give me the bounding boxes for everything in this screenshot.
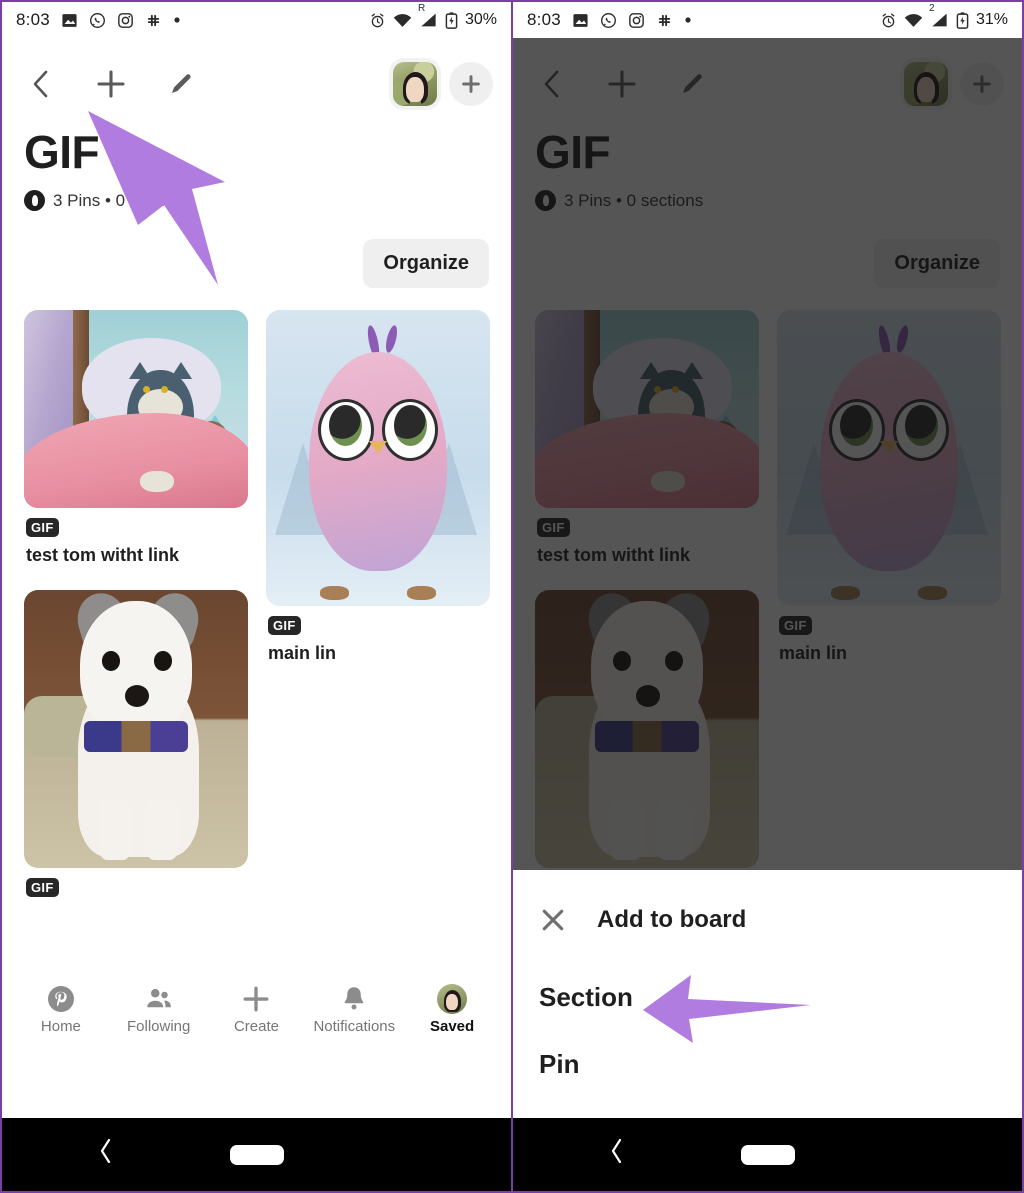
photos-icon bbox=[61, 12, 78, 29]
alarm-icon bbox=[369, 12, 386, 29]
nav-label-home: Home bbox=[40, 1017, 81, 1035]
android-home-pill[interactable] bbox=[229, 1144, 284, 1165]
battery-percentage: 31% bbox=[975, 11, 1008, 28]
nav-item-notifications[interactable]: Notifications bbox=[305, 984, 403, 1035]
organize-button[interactable]: Organize bbox=[363, 239, 489, 289]
board-meta: 3 Pins • 0 sections bbox=[2, 176, 511, 212]
nav-item-create[interactable]: Create bbox=[208, 984, 306, 1035]
sheet-option-pin[interactable]: Pin bbox=[539, 1049, 996, 1080]
nav-item-home[interactable]: Home bbox=[12, 984, 110, 1035]
whatsapp-icon bbox=[600, 12, 617, 29]
nav-label-saved: Saved bbox=[429, 1017, 475, 1035]
alarm-icon bbox=[880, 12, 897, 29]
lock-icon bbox=[24, 190, 45, 212]
phone-panel-right: 8:03 2 31% Add to board Section Pin bbox=[512, 0, 1024, 1193]
app-body-left: GIF 3 Pins • 0 sections Organize GIF tes… bbox=[2, 38, 511, 1054]
wifi-icon bbox=[904, 13, 923, 28]
status-bar-left-icons: 8:03 bbox=[16, 10, 181, 30]
slack-icon bbox=[145, 12, 162, 29]
battery-icon bbox=[445, 11, 458, 29]
sheet-option-section[interactable]: Section bbox=[539, 982, 996, 1013]
organize-row: Organize bbox=[2, 211, 511, 289]
add-collaborator-button[interactable] bbox=[449, 62, 493, 106]
instagram-icon bbox=[117, 12, 134, 29]
nav-item-following[interactable]: Following bbox=[110, 984, 208, 1035]
pin-card-bird[interactable]: GIF main lin bbox=[266, 310, 490, 664]
status-bar-left: 8:03 R 30% bbox=[2, 2, 511, 38]
nav-label-create: Create bbox=[233, 1017, 279, 1035]
people-icon bbox=[144, 984, 174, 1014]
dot-icon bbox=[173, 16, 181, 24]
whatsapp-icon bbox=[89, 12, 106, 29]
android-back-icon[interactable] bbox=[98, 1138, 114, 1171]
add-button[interactable] bbox=[90, 63, 132, 105]
dot-icon bbox=[684, 16, 692, 24]
battery-percentage: 30% bbox=[464, 11, 497, 28]
status-time: 8:03 bbox=[16, 10, 50, 29]
gif-badge: GIF bbox=[26, 518, 59, 538]
pin-image-bird[interactable] bbox=[266, 310, 490, 607]
pink-bird-artwork bbox=[266, 310, 490, 607]
gif-badge: GIF bbox=[26, 878, 59, 898]
android-home-pill[interactable] bbox=[740, 1144, 795, 1165]
bell-icon bbox=[339, 984, 369, 1014]
screenshot-stage: 8:03 R 30% GIF 3 Pins • 0 sections Organ… bbox=[0, 0, 1024, 1193]
status-bar-right: 8:03 2 31% bbox=[513, 2, 1022, 38]
tom-and-jerry-artwork bbox=[24, 310, 248, 509]
edit-pencil-button[interactable] bbox=[160, 63, 202, 105]
toolbar-left-actions bbox=[20, 63, 202, 105]
back-button[interactable] bbox=[20, 63, 62, 105]
phone-panel-left: 8:03 R 30% GIF 3 Pins • 0 sections Organ… bbox=[0, 0, 512, 1193]
plus-icon bbox=[241, 984, 271, 1014]
pin-image-dog[interactable] bbox=[24, 590, 248, 869]
board-meta-text: 3 Pins • 0 sections bbox=[53, 190, 193, 210]
photos-icon bbox=[572, 12, 589, 29]
nav-label-following: Following bbox=[127, 1017, 191, 1035]
pin-title: test tom witht link bbox=[26, 545, 179, 566]
status-bar-right-icons: 2 31% bbox=[880, 4, 1008, 29]
nav-label-notifications: Notifications bbox=[313, 1017, 396, 1035]
sheet-title: Add to board bbox=[597, 906, 747, 933]
instagram-icon bbox=[628, 12, 645, 29]
pin-title: main lin bbox=[268, 643, 337, 664]
page-title: GIF bbox=[24, 126, 100, 178]
pin-card-dog[interactable]: GIF bbox=[24, 590, 248, 898]
pin-column-right: GIF main lin bbox=[266, 310, 490, 905]
status-time: 8:03 bbox=[527, 10, 561, 29]
signal-icon: R bbox=[418, 4, 438, 28]
sheet-header: Add to board bbox=[539, 906, 996, 934]
android-navigation-bar-left bbox=[2, 1118, 511, 1191]
add-to-board-sheet: Add to board Section Pin bbox=[513, 870, 1022, 1118]
nav-item-saved[interactable]: Saved bbox=[403, 983, 501, 1035]
gif-badge: GIF bbox=[268, 616, 301, 636]
bottom-navigation: Home Following Create Notifications Save… bbox=[2, 966, 511, 1054]
battery-icon bbox=[956, 11, 969, 29]
puppy-artwork bbox=[24, 590, 248, 869]
pin-card-tom[interactable]: GIF test tom witht link bbox=[24, 310, 248, 566]
pin-column-left: GIF test tom witht link bbox=[24, 310, 248, 905]
signal-icon: 2 bbox=[929, 4, 949, 28]
board-owner-avatar[interactable] bbox=[393, 62, 437, 106]
pin-image-tom[interactable] bbox=[24, 310, 248, 509]
android-navigation-bar-right bbox=[513, 1118, 1022, 1191]
board-toolbar bbox=[2, 38, 511, 114]
pinterest-logo-icon bbox=[46, 984, 76, 1014]
wifi-icon bbox=[393, 13, 412, 28]
pin-grid: GIF test tom witht link bbox=[2, 288, 511, 905]
status-bar-left-icons: 8:03 bbox=[527, 10, 692, 30]
toolbar-right-actions bbox=[393, 62, 493, 106]
close-icon[interactable] bbox=[539, 906, 567, 934]
slack-icon bbox=[656, 12, 673, 29]
avatar-icon bbox=[437, 983, 468, 1014]
android-back-icon[interactable] bbox=[609, 1138, 625, 1171]
status-bar-right-icons: R 30% bbox=[369, 4, 497, 29]
